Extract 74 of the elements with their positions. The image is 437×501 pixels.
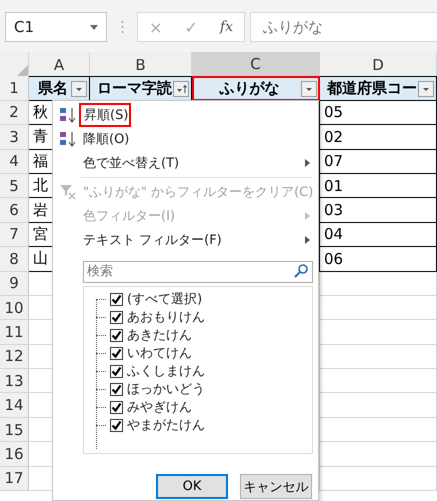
header-cell[interactable]: 県名 xyxy=(29,76,90,101)
table-cell: 05 xyxy=(320,100,437,126)
checkbox-label: あおもりけん xyxy=(127,309,205,326)
table-cell: 02 xyxy=(320,125,437,150)
checkbox[interactable] xyxy=(110,400,123,414)
formula-bar[interactable]: ふりがな xyxy=(250,12,437,42)
checkbox[interactable] xyxy=(110,364,123,378)
column-header[interactable]: B xyxy=(90,52,192,78)
grip-icon xyxy=(120,20,124,34)
name-box[interactable]: C1 xyxy=(5,12,107,42)
checkbox-label: ふくしまけん xyxy=(127,363,205,380)
row-header[interactable]: 7 xyxy=(0,222,29,248)
submenu-arrow-icon xyxy=(305,159,310,167)
row-header[interactable]: 11 xyxy=(0,320,29,345)
table-cell: 04 xyxy=(320,222,437,248)
row-header[interactable]: 10 xyxy=(0,296,29,320)
row-header[interactable]: 15 xyxy=(0,418,29,442)
row-header[interactable]: 16 xyxy=(0,442,29,467)
column-header[interactable]: C xyxy=(192,52,320,78)
checkbox-label: ほっかいどう xyxy=(127,381,205,398)
row-header[interactable]: 14 xyxy=(0,393,29,418)
column-header[interactable]: A xyxy=(29,52,90,78)
checkbox-label: あきたけん xyxy=(127,327,192,344)
sort-ascending-icon xyxy=(59,107,77,123)
submenu-arrow-icon xyxy=(305,236,310,244)
filter-button[interactable] xyxy=(418,80,434,97)
filter-button[interactable] xyxy=(173,80,189,97)
formula-text: ふりがな xyxy=(263,18,323,36)
table-cell: 07 xyxy=(320,150,437,174)
search-field[interactable]: 検索 xyxy=(83,260,313,282)
row-header[interactable]: 5 xyxy=(0,174,29,198)
clear-filter-icon xyxy=(59,184,77,200)
filter-button[interactable] xyxy=(301,80,317,97)
filter-button[interactable] xyxy=(71,80,87,97)
table-cell: 03 xyxy=(320,198,437,223)
row-header[interactable]: 6 xyxy=(0,198,29,223)
header-cell[interactable]: 都道府県コー xyxy=(320,76,437,101)
header-cell[interactable]: ローマ字読 xyxy=(90,76,192,101)
row-header[interactable]: 9 xyxy=(0,272,29,296)
table-cell: 06 xyxy=(320,247,437,272)
header-cell[interactable]: ふりがな xyxy=(192,76,320,101)
checkbox[interactable] xyxy=(110,418,123,432)
row-header[interactable]: 4 xyxy=(0,150,29,174)
header-text: 都道府県コー xyxy=(326,79,418,98)
column-header[interactable]: D xyxy=(320,52,437,78)
row-header[interactable]: 1 xyxy=(0,76,29,101)
checkbox[interactable] xyxy=(110,346,123,360)
search-icon xyxy=(294,264,308,278)
header-text: ふりがな xyxy=(218,79,280,98)
checkbox[interactable] xyxy=(110,382,123,396)
ok-button[interactable]: OK xyxy=(156,474,228,499)
row-header[interactable]: 3 xyxy=(0,125,29,150)
row-header[interactable]: 2 xyxy=(0,100,29,126)
checkbox[interactable] xyxy=(110,292,123,306)
sort-filter-icon xyxy=(176,84,186,94)
row-header[interactable]: 17 xyxy=(0,466,29,492)
checkbox[interactable] xyxy=(110,328,123,342)
submenu-arrow-icon xyxy=(305,212,310,220)
caret-icon xyxy=(90,24,98,30)
sort-descending-icon xyxy=(59,131,77,147)
row-header[interactable]: 12 xyxy=(0,344,29,370)
checkbox-label: やまがたけん xyxy=(127,417,205,434)
header-text: 県名 xyxy=(37,79,69,98)
checkbox[interactable] xyxy=(110,310,123,324)
cancel-button[interactable]: キャンセル xyxy=(240,474,312,499)
checkbox-label: いわてけん xyxy=(127,345,192,362)
insert-function-button[interactable]: fx xyxy=(216,19,237,35)
checkbox-label: みやぎけん xyxy=(127,399,192,416)
checkbox-label: (すべて選択) xyxy=(127,291,202,308)
name-box-value: C1 xyxy=(14,18,34,36)
header-text: ローマ字読 xyxy=(96,79,173,98)
row-header[interactable]: 13 xyxy=(0,369,29,394)
row-header[interactable]: 8 xyxy=(0,247,29,272)
table-cell: 01 xyxy=(320,174,437,198)
